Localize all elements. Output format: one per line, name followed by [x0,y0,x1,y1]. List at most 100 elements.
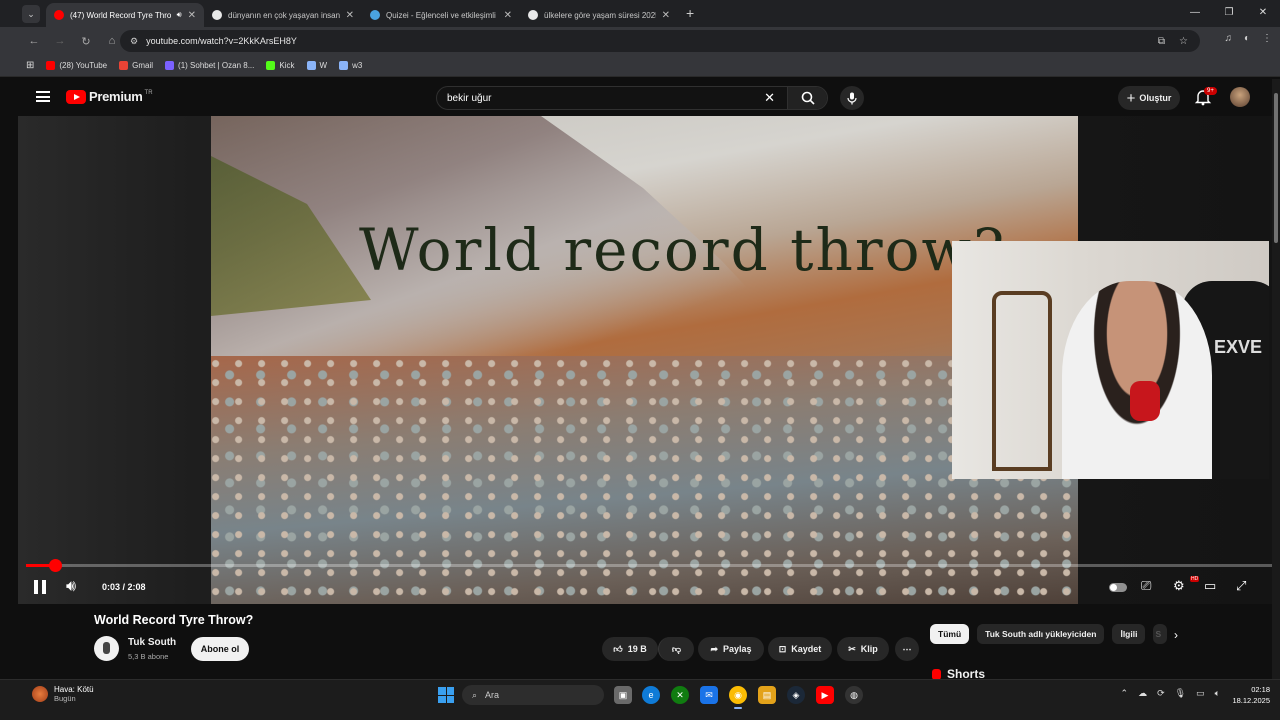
filter-chip[interactable]: Tuk South adlı yükleyiciden [977,624,1105,644]
start-button[interactable] [438,687,454,703]
sync-icon[interactable]: ⟳ [1157,688,1165,699]
youtube-logo[interactable]: Premium TR [66,89,153,104]
media-control-icon[interactable]: ♫ [1224,33,1232,44]
file-explorer-icon[interactable]: ▤ [758,686,776,704]
mic-tray-icon[interactable]: 🎙︎ [1175,688,1186,699]
save-button[interactable]: ⊡ Kaydet [768,637,832,661]
voice-search-button[interactable] [840,86,864,110]
weather-widget[interactable]: Hava: Kötü Bugün [32,685,94,703]
chrome-icon[interactable]: ◉ [729,686,747,709]
tray-expand-icon[interactable]: ⌃ [1121,688,1129,699]
back-icon[interactable]: ← [24,35,44,47]
weather-title: Hava: Kötü [54,685,94,694]
search-button[interactable] [787,87,827,109]
bookmark-star-icon[interactable]: ☆ [1179,36,1188,47]
filter-chip[interactable]: İlgili [1112,624,1146,644]
close-window-icon[interactable]: ✕ [1246,0,1280,24]
browser-tab[interactable]: (47) World Record Tyre Thro 🔊︎ ✕ [46,3,204,27]
more-menu-icon[interactable]: ⋮ [1262,33,1272,44]
xbox-icon[interactable]: ✕ [671,686,689,704]
browser-tab[interactable]: ülkelere göre yaşam süresi 2025 ✕ [520,3,678,27]
scrubber-handle[interactable] [48,559,62,572]
youtube-app-icon[interactable]: ▶ [816,686,834,704]
youtube-play-icon [66,89,86,104]
cloud-icon[interactable]: ☁ [1138,688,1147,699]
forward-icon[interactable]: → [50,35,70,47]
taskbar-search-placeholder: Ara [485,690,500,700]
taskbar-search[interactable]: ⌕ Ara [462,685,604,705]
subscribe-button[interactable]: Abone ol [191,637,249,661]
close-tab-icon[interactable]: ✕ [504,10,512,21]
bookmark-item[interactable]: Kick [266,61,295,70]
bookmarks-bar: ⊞ (28) YouTube Gmail (1) Sohbet | Ozan 8..… [0,55,1280,77]
bookmark-item[interactable]: W [306,61,327,70]
bookmark-item[interactable]: Gmail [119,61,153,70]
thumbs-up-icon: 👍︎ [613,643,623,654]
create-button[interactable]: + Oluştur [1118,86,1180,110]
bookmark-item[interactable]: w3 [339,61,362,70]
browser-tab[interactable]: dünyanın en çok yaşayan insan ✕ [204,3,362,27]
video-frame[interactable]: World record throw? [211,116,1078,604]
theater-mode-icon[interactable]: ▭ [1204,578,1216,594]
search-input[interactable]: bekir uğur ✕ [436,86,828,110]
minimize-icon[interactable]: — [1178,0,1212,24]
bookmark-item[interactable]: (1) Sohbet | Ozan 8... [165,61,254,70]
profile-icon[interactable]: ◐ [1244,33,1250,44]
more-actions-button[interactable]: ⋯ [895,637,919,661]
site-info-icon[interactable]: ⚙ [130,36,138,47]
install-app-icon[interactable]: ⧉ [1158,36,1165,47]
channel-name[interactable]: Tuk South [128,637,176,648]
filter-chip[interactable]: S [1153,624,1168,644]
task-view-icon[interactable]: ▣ [614,686,632,704]
display-icon[interactable]: ▭ [1196,688,1205,699]
tab-favicon-icon [212,10,222,20]
fullscreen-icon[interactable]: ⤢ [1236,578,1246,594]
tab-title: ülkelere göre yaşam süresi 2025 [544,10,656,20]
clear-search-icon[interactable]: ✕ [764,90,775,106]
like-button[interactable]: 👍︎ 19 B [602,637,658,661]
browser-tab[interactable]: Quizei - Eğlenceli ve etkileşimli ✕ [362,3,520,27]
share-button[interactable]: ➦ Paylaş [698,637,764,661]
close-tab-icon[interactable]: ✕ [188,10,196,21]
edge-browser-icon[interactable]: e [642,686,660,704]
progress-bar[interactable] [26,559,1272,572]
system-clock[interactable]: 02:18 18.12.2025 [1232,684,1270,706]
autoplay-toggle[interactable] [1109,583,1127,592]
save-label: Kaydet [791,644,822,654]
close-tab-icon[interactable]: ✕ [346,10,354,21]
clip-button[interactable]: ✂ Klip [837,637,889,661]
tab-search-button[interactable]: ⌄ [22,5,40,23]
channel-avatar[interactable] [94,636,119,661]
steam-icon[interactable]: ◈ [787,686,805,704]
apps-grid-icon[interactable]: ⊞ [26,60,34,71]
search-icon: ⌕ [472,689,478,700]
page-scrollbar[interactable] [1272,79,1280,679]
tab-audio-icon[interactable]: 🔊︎ [177,10,182,20]
home-icon[interactable]: ⌂ [102,35,122,47]
hamburger-menu-icon[interactable] [36,91,50,102]
reload-icon[interactable]: ↻ [76,35,96,48]
obs-icon[interactable]: ◍ [845,686,863,704]
speaker-icon[interactable]: 🔈︎ [1215,688,1220,699]
close-tab-icon[interactable]: ✕ [662,10,670,21]
tab-title: (47) World Record Tyre Thro [70,10,172,20]
pause-button[interactable] [34,580,46,594]
address-bar[interactable]: ⚙ youtube.com/watch?v=2KkKArsEH8Y ⧉ ☆ [120,30,1200,52]
shorts-icon [932,668,941,680]
scrollbar-thumb[interactable] [1274,93,1278,243]
video-player[interactable]: World record throw? EXVE 🔊︎ 0:03 / 2:08 … [18,116,1280,604]
windows-logo-tile [438,695,446,703]
dislike-button[interactable]: 👎︎ [658,637,694,661]
filter-chip[interactable]: Tümü [930,624,970,644]
chevron-right-icon[interactable]: › [1174,628,1178,642]
subtitles-icon[interactable]: ⎚ [1141,578,1151,594]
bookmark-item[interactable]: (28) YouTube [46,61,107,70]
new-tab-button[interactable]: + [686,5,694,21]
mail-icon[interactable]: ✉ [700,686,718,704]
restore-icon[interactable]: ❐ [1212,0,1246,24]
settings-gear-icon[interactable]: ⚙ [1173,578,1185,594]
clip-label: Klip [860,644,878,654]
account-avatar[interactable] [1230,87,1250,107]
volume-icon[interactable]: 🔊︎ [66,578,76,596]
bookmark-label: (1) Sohbet | Ozan 8... [178,61,255,70]
